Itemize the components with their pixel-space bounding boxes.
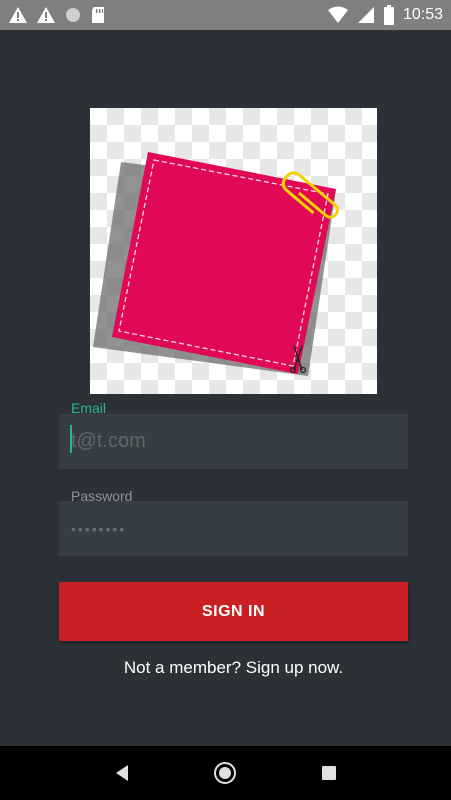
wifi-icon (327, 6, 348, 23)
status-left-icons (8, 6, 106, 24)
back-button[interactable] (102, 753, 142, 793)
warning-icon (9, 7, 27, 23)
sd-card-icon (92, 7, 104, 23)
back-icon (115, 765, 128, 781)
status-bar: 10:53 (0, 0, 451, 30)
sign-in-button[interactable]: SIGN IN (59, 582, 408, 641)
signal-icon (357, 7, 374, 23)
password-field[interactable] (59, 501, 408, 556)
email-input[interactable] (71, 430, 408, 453)
sticky-note-icon (93, 152, 339, 376)
circle-icon (66, 8, 80, 22)
login-screen: Email Password SIGN IN Not a member? Sig… (0, 30, 451, 746)
home-icon (214, 762, 237, 784)
password-input[interactable] (71, 520, 408, 537)
status-time: 10:53 (402, 6, 443, 23)
warning-icon (37, 7, 55, 23)
status-right-icons: 10:53 (327, 5, 443, 25)
home-button[interactable] (205, 753, 245, 793)
recents-button[interactable] (309, 753, 349, 793)
signup-link[interactable]: Not a member? Sign up now. (0, 658, 451, 678)
app-logo (90, 108, 377, 394)
recents-icon (322, 766, 337, 780)
email-field[interactable] (59, 414, 408, 469)
battery-icon (383, 5, 394, 25)
navigation-bar (0, 746, 451, 800)
text-cursor (70, 425, 72, 453)
